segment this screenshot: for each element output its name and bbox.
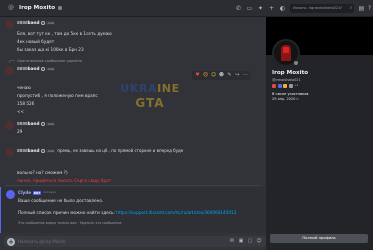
message-text: Полный список причин можно найти здесь: … xyxy=(18,210,237,215)
bot-tag: BOT xyxy=(32,190,42,195)
channel-header: @ Irop Moxito ✆ ▭ ✦ + ◐ Искать: irgrosmo… xyxy=(0,0,373,17)
role-tag: Auto xyxy=(46,66,56,71)
boost-icon[interactable] xyxy=(283,84,287,88)
edit-icon[interactable]: ✎ xyxy=(226,72,233,79)
message-text: вольно? на? сможем ?) xyxy=(17,170,68,175)
clyde-message: Clyde BOT Сегодня Ваше сообщение не было… xyxy=(0,187,266,233)
message-text: понял, придеться писать Серго сюду брат xyxy=(17,178,112,183)
message-text: 4кк новый будет xyxy=(17,39,55,44)
support-link[interactable]: https://support.discord.com/hc/ru/articl… xyxy=(116,210,236,215)
laugh-react-icon[interactable]: ☺ xyxy=(210,72,217,79)
full-profile-button[interactable]: Полный профиль xyxy=(270,234,368,243)
role-tag: Auto xyxy=(46,20,56,25)
at-icon: @ xyxy=(8,4,14,12)
message-text: Бля, вот тут кк , там до 5кк в 1сеть дум… xyxy=(17,31,112,36)
message-text: премь, не завешь на цб , по прямой сторо… xyxy=(57,148,184,154)
user-profile-panel: Irop Moxito @irmolshato021 +2 В числе уч… xyxy=(266,17,373,250)
message-text: ченаю xyxy=(17,85,31,90)
profile-display-name: Irop Moxito xyxy=(272,70,309,76)
search-input[interactable]: Искать: irgrosmoltaho021f ⌕ xyxy=(290,4,354,13)
search-icon: ⌕ xyxy=(349,6,352,11)
profile-badges: +2 xyxy=(272,83,298,88)
message-text: 158 526 xyxy=(17,101,35,106)
timestamp: Сегодня xyxy=(43,189,56,194)
pin-icon[interactable]: ✦ xyxy=(257,5,264,12)
avatar[interactable] xyxy=(5,121,14,130)
member-since-title: В числе участников xyxy=(272,92,309,96)
badges-more[interactable]: +2 xyxy=(294,83,298,88)
avatar[interactable] xyxy=(5,66,14,75)
status-indicator xyxy=(293,60,299,66)
message-composer[interactable]: + Написать @Irop Moxito ✉ ▣ ▢ ☺ xyxy=(4,236,266,247)
gift-icon[interactable]: ✉ xyxy=(229,238,235,244)
composer-placeholder: Написать @Irop Moxito xyxy=(18,239,66,244)
inbox-icon[interactable]: ▤ xyxy=(358,5,365,12)
message-text: пропустиб , я положеную пнм врапс xyxy=(17,93,98,98)
message-text: 29 xyxy=(17,129,23,134)
message-text: << xyxy=(17,109,25,114)
profile-handle: @irmolshato021 xyxy=(272,78,301,82)
badge-icon xyxy=(40,20,45,25)
quest-icon[interactable] xyxy=(288,84,293,88)
role-tag: Auto xyxy=(46,121,56,126)
channel-title: Irop Moxito xyxy=(19,4,56,11)
profile-icon[interactable]: ◐ xyxy=(279,5,286,12)
video-icon[interactable]: ▭ xyxy=(246,5,253,12)
member-since-date: 29 апр. 2020 г. xyxy=(272,97,300,101)
username[interactable]: ¤¤¤¤⁠band xyxy=(17,66,39,71)
nitro-icon[interactable] xyxy=(277,84,282,88)
ephemeral-note[interactable]: Это сообщение видно только вам · Удалить… xyxy=(18,221,122,225)
message-divider xyxy=(5,185,260,186)
emoji-icon[interactable]: ☺ xyxy=(256,238,262,244)
add-attachment-icon[interactable]: + xyxy=(7,237,15,246)
profile-card: Irop Moxito @irmolshato021 +2 В числе уч… xyxy=(270,70,369,246)
hypesquad-icon[interactable] xyxy=(272,84,276,88)
gif-icon[interactable]: ▣ xyxy=(238,238,244,244)
emoji-icon[interactable]: ☻ xyxy=(218,72,225,79)
phone-icon[interactable]: ✆ xyxy=(235,5,242,12)
username[interactable]: ¤¤¤¤⁠band xyxy=(17,121,39,126)
role-tag: Auto xyxy=(46,148,56,153)
badge-icon xyxy=(40,148,45,153)
message-text: бы заказ ща кі 100кк в Брн 23 xyxy=(17,47,84,52)
message-actions-bar: ♥ ☹ ☺ ☻ ✎ ↪ ⋯ xyxy=(192,71,251,80)
reply-preview[interactable]: Оригинальное сообщение удалено xyxy=(17,59,82,63)
help-icon[interactable]: ? xyxy=(366,5,373,12)
clyde-avatar[interactable] xyxy=(6,190,15,199)
status-indicator xyxy=(58,6,62,10)
avatar[interactable] xyxy=(5,148,14,157)
username[interactable]: ¤¤¤¤⁠band xyxy=(17,20,39,25)
add-user-icon[interactable]: + xyxy=(268,5,275,12)
badge-icon xyxy=(40,121,45,126)
forward-icon[interactable]: ↪ xyxy=(234,72,241,79)
heart-react-icon[interactable]: ♥ xyxy=(194,72,201,79)
sticker-icon[interactable]: ▢ xyxy=(247,238,253,244)
more-icon[interactable]: ⋯ xyxy=(242,72,249,79)
username[interactable]: ¤¤¤¤⁠band xyxy=(17,148,39,153)
avatar[interactable] xyxy=(5,20,14,29)
reply-connector xyxy=(9,60,15,63)
cry-react-icon[interactable]: ☹ xyxy=(202,72,209,79)
badge-icon xyxy=(40,66,45,71)
message-text: Ваше сообщение не было доставлено. xyxy=(18,198,104,203)
username[interactable]: Clyde xyxy=(18,190,31,195)
